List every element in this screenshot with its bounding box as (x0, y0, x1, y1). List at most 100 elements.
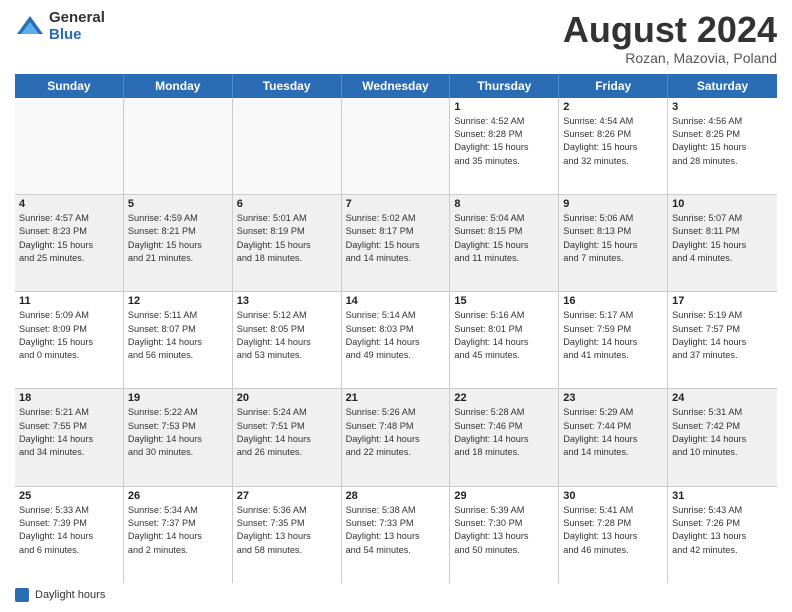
day-number: 21 (346, 392, 446, 404)
day-number: 16 (563, 295, 663, 307)
day-cell-4: 4Sunrise: 4:57 AM Sunset: 8:23 PM Daylig… (15, 195, 124, 291)
day-info: Sunrise: 5:11 AM Sunset: 8:07 PM Dayligh… (128, 309, 228, 362)
day-cell-3: 3Sunrise: 4:56 AM Sunset: 8:25 PM Daylig… (668, 98, 777, 194)
title-block: August 2024 Rozan, Mazovia, Poland (563, 10, 777, 66)
day-info: Sunrise: 5:09 AM Sunset: 8:09 PM Dayligh… (19, 309, 119, 362)
calendar-week-0: 1 Sunrise: 4:52 AM Sunset: 8:28 PM Daylig… (15, 98, 777, 195)
day-number: 7 (346, 198, 446, 210)
logo-blue-text: Blue (49, 27, 105, 44)
logo-general-text: General (49, 10, 105, 27)
day-cell-9: 9Sunrise: 5:06 AM Sunset: 8:13 PM Daylig… (559, 195, 668, 291)
day-cell-19: 19 Sunrise: 5:22 AM Sunset: 7:53 PM Dayli… (124, 389, 233, 485)
calendar-week-4: 25Sunrise: 5:33 AM Sunset: 7:39 PM Dayli… (15, 487, 777, 583)
day-number: 13 (237, 295, 337, 307)
day-info: Sunrise: 5:01 AM Sunset: 8:19 PM Dayligh… (237, 212, 337, 265)
page: General Blue August 2024 Rozan, Mazovia,… (0, 0, 792, 612)
day-cell-7: 7 Sunrise: 5:02 AM Sunset: 8:17 PM Daylig… (342, 195, 451, 291)
day-number: 28 (346, 490, 446, 502)
day-cell-11: 11 Sunrise: 5:09 AM Sunset: 8:09 PM Dayli… (15, 292, 124, 388)
calendar-week-2: 11 Sunrise: 5:09 AM Sunset: 8:09 PM Dayli… (15, 292, 777, 389)
header-day-monday: Monday (124, 74, 233, 98)
day-number: 3 (672, 101, 773, 113)
day-number: 30 (563, 490, 663, 502)
empty-cell (124, 98, 233, 194)
day-info: Sunrise: 5:26 AM Sunset: 7:48 PM Dayligh… (346, 406, 446, 459)
logo-text: General Blue (49, 10, 105, 43)
day-cell-5: 5Sunrise: 4:59 AM Sunset: 8:21 PM Daylig… (124, 195, 233, 291)
day-number: 1 (454, 101, 554, 113)
day-number: 19 (128, 392, 228, 404)
day-info: Sunrise: 5:07 AM Sunset: 8:11 PM Dayligh… (672, 212, 773, 265)
header: General Blue August 2024 Rozan, Mazovia,… (15, 10, 777, 66)
legend-label: Daylight hours (35, 589, 105, 601)
calendar-body: 1 Sunrise: 4:52 AM Sunset: 8:28 PM Daylig… (15, 98, 777, 583)
logo-icon (15, 12, 45, 42)
day-info: Sunrise: 5:34 AM Sunset: 7:37 PM Dayligh… (128, 504, 228, 557)
logo: General Blue (15, 10, 105, 43)
day-info: Sunrise: 4:54 AM Sunset: 8:26 PM Dayligh… (563, 115, 663, 168)
calendar-week-3: 18Sunrise: 5:21 AM Sunset: 7:55 PM Dayli… (15, 389, 777, 486)
day-info: Sunrise: 5:43 AM Sunset: 7:26 PM Dayligh… (672, 504, 773, 557)
calendar: SundayMondayTuesdayWednesdayThursdayFrid… (15, 74, 777, 583)
day-cell-14: 14Sunrise: 5:14 AM Sunset: 8:03 PM Dayli… (342, 292, 451, 388)
header-day-thursday: Thursday (450, 74, 559, 98)
day-info: Sunrise: 5:24 AM Sunset: 7:51 PM Dayligh… (237, 406, 337, 459)
day-info: Sunrise: 5:36 AM Sunset: 7:35 PM Dayligh… (237, 504, 337, 557)
day-info: Sunrise: 4:57 AM Sunset: 8:23 PM Dayligh… (19, 212, 119, 265)
day-info: Sunrise: 5:16 AM Sunset: 8:01 PM Dayligh… (454, 309, 554, 362)
day-info: Sunrise: 5:02 AM Sunset: 8:17 PM Dayligh… (346, 212, 446, 265)
day-cell-31: 31Sunrise: 5:43 AM Sunset: 7:26 PM Dayli… (668, 487, 777, 583)
day-number: 11 (19, 295, 119, 307)
day-info: Sunrise: 4:52 AM Sunset: 8:28 PM Dayligh… (454, 115, 554, 168)
day-number: 24 (672, 392, 773, 404)
header-day-saturday: Saturday (668, 74, 777, 98)
day-info: Sunrise: 5:39 AM Sunset: 7:30 PM Dayligh… (454, 504, 554, 557)
day-cell-8: 8Sunrise: 5:04 AM Sunset: 8:15 PM Daylig… (450, 195, 559, 291)
day-cell-22: 22 Sunrise: 5:28 AM Sunset: 7:46 PM Dayli… (450, 389, 559, 485)
header-day-sunday: Sunday (15, 74, 124, 98)
day-cell-2: 2 Sunrise: 4:54 AM Sunset: 8:26 PM Daylig… (559, 98, 668, 194)
day-cell-25: 25Sunrise: 5:33 AM Sunset: 7:39 PM Dayli… (15, 487, 124, 583)
empty-cell (342, 98, 451, 194)
month-year: August 2024 (563, 10, 777, 50)
day-number: 15 (454, 295, 554, 307)
day-cell-10: 10Sunrise: 5:07 AM Sunset: 8:11 PM Dayli… (668, 195, 777, 291)
day-cell-24: 24Sunrise: 5:31 AM Sunset: 7:42 PM Dayli… (668, 389, 777, 485)
day-cell-20: 20 Sunrise: 5:24 AM Sunset: 7:51 PM Dayli… (233, 389, 342, 485)
empty-cell (15, 98, 124, 194)
day-cell-15: 15 Sunrise: 5:16 AM Sunset: 8:01 PM Dayli… (450, 292, 559, 388)
legend-color-box (15, 588, 29, 602)
header-day-tuesday: Tuesday (233, 74, 342, 98)
day-cell-26: 26 Sunrise: 5:34 AM Sunset: 7:37 PM Dayli… (124, 487, 233, 583)
day-cell-18: 18Sunrise: 5:21 AM Sunset: 7:55 PM Dayli… (15, 389, 124, 485)
day-number: 2 (563, 101, 663, 113)
day-number: 5 (128, 198, 228, 210)
day-info: Sunrise: 5:21 AM Sunset: 7:55 PM Dayligh… (19, 406, 119, 459)
day-number: 22 (454, 392, 554, 404)
day-cell-23: 23Sunrise: 5:29 AM Sunset: 7:44 PM Dayli… (559, 389, 668, 485)
day-number: 17 (672, 295, 773, 307)
day-info: Sunrise: 5:22 AM Sunset: 7:53 PM Dayligh… (128, 406, 228, 459)
day-cell-16: 16 Sunrise: 5:17 AM Sunset: 7:59 PM Dayli… (559, 292, 668, 388)
day-number: 20 (237, 392, 337, 404)
day-info: Sunrise: 5:17 AM Sunset: 7:59 PM Dayligh… (563, 309, 663, 362)
day-number: 6 (237, 198, 337, 210)
day-info: Sunrise: 5:38 AM Sunset: 7:33 PM Dayligh… (346, 504, 446, 557)
day-info: Sunrise: 5:04 AM Sunset: 8:15 PM Dayligh… (454, 212, 554, 265)
day-info: Sunrise: 5:29 AM Sunset: 7:44 PM Dayligh… (563, 406, 663, 459)
day-number: 14 (346, 295, 446, 307)
footer: Daylight hours (15, 588, 777, 602)
day-info: Sunrise: 5:28 AM Sunset: 7:46 PM Dayligh… (454, 406, 554, 459)
location: Rozan, Mazovia, Poland (563, 50, 777, 66)
calendar-week-1: 4Sunrise: 4:57 AM Sunset: 8:23 PM Daylig… (15, 195, 777, 292)
day-info: Sunrise: 5:06 AM Sunset: 8:13 PM Dayligh… (563, 212, 663, 265)
day-info: Sunrise: 5:41 AM Sunset: 7:28 PM Dayligh… (563, 504, 663, 557)
day-number: 26 (128, 490, 228, 502)
day-info: Sunrise: 5:33 AM Sunset: 7:39 PM Dayligh… (19, 504, 119, 557)
day-cell-6: 6 Sunrise: 5:01 AM Sunset: 8:19 PM Daylig… (233, 195, 342, 291)
day-cell-30: 30 Sunrise: 5:41 AM Sunset: 7:28 PM Dayli… (559, 487, 668, 583)
day-info: Sunrise: 5:12 AM Sunset: 8:05 PM Dayligh… (237, 309, 337, 362)
day-cell-12: 12Sunrise: 5:11 AM Sunset: 8:07 PM Dayli… (124, 292, 233, 388)
day-number: 29 (454, 490, 554, 502)
day-cell-13: 13 Sunrise: 5:12 AM Sunset: 8:05 PM Dayli… (233, 292, 342, 388)
